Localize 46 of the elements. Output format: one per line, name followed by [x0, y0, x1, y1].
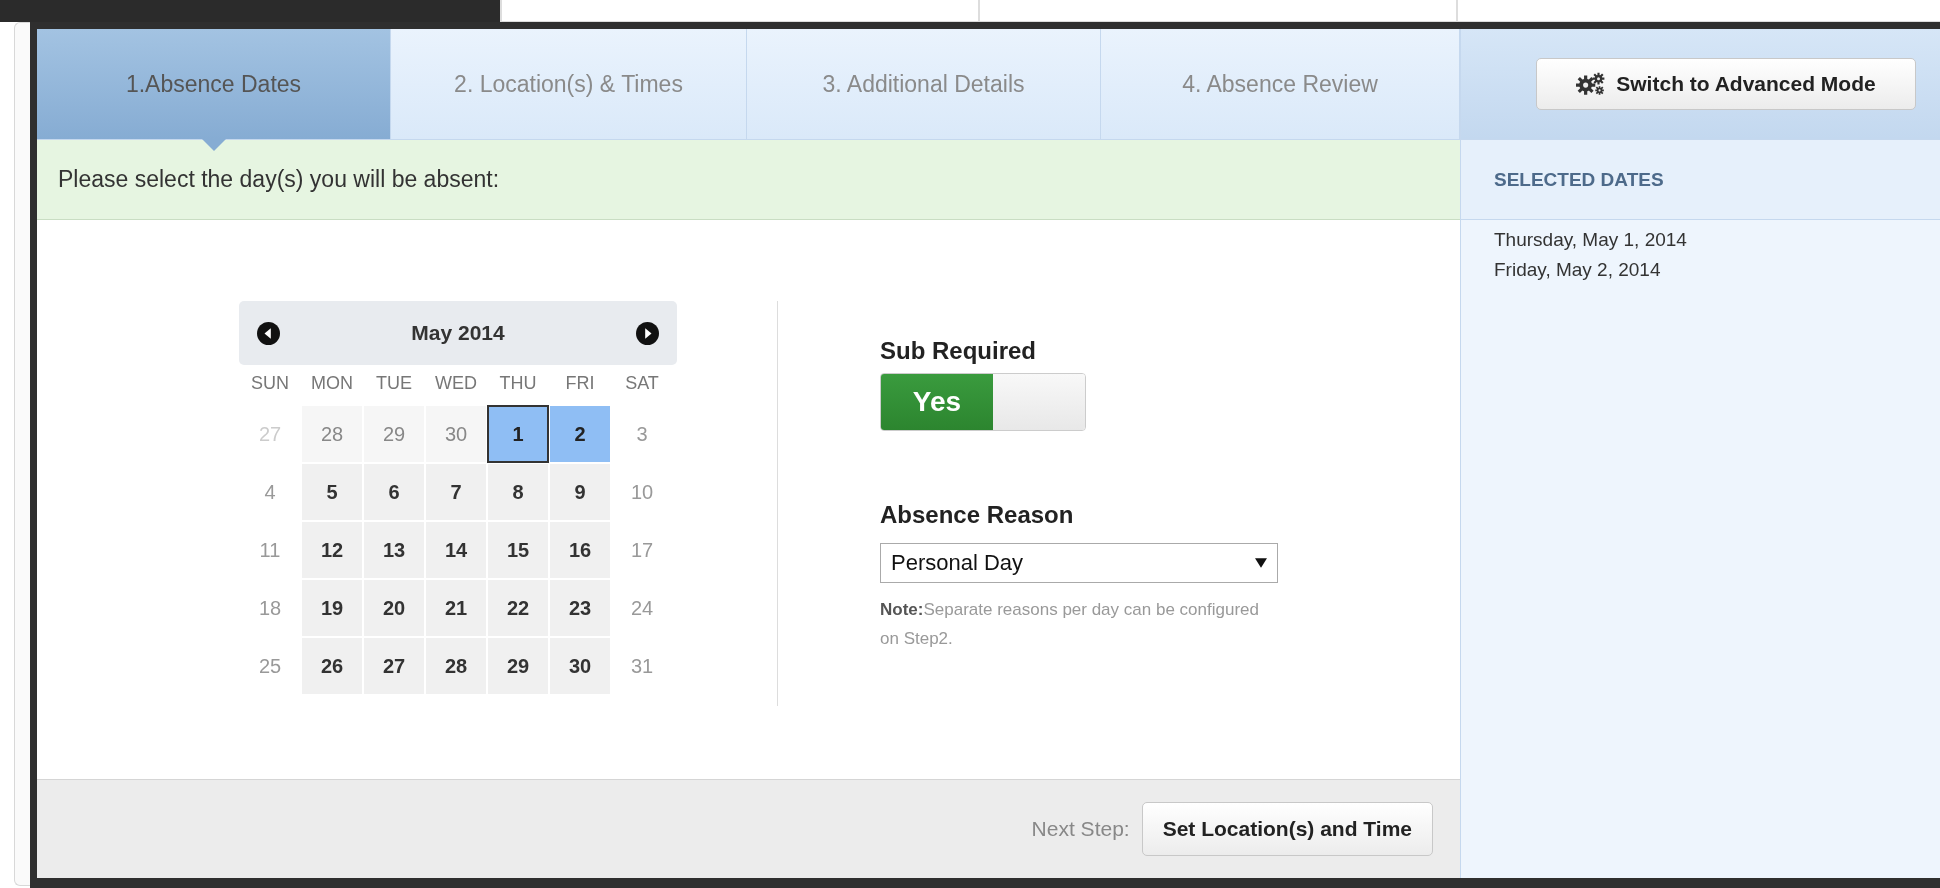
calendar-day[interactable]: 15 — [487, 521, 549, 579]
advanced-mode-button[interactable]: Switch to Advanced Mode — [1536, 58, 1916, 110]
calendar-day[interactable]: 19 — [301, 579, 363, 637]
weekday-label: WED — [434, 371, 478, 395]
calendar-day[interactable]: 2 — [549, 405, 611, 463]
calendar-day[interactable]: 29 — [487, 637, 549, 695]
calendar-day[interactable]: 22 — [487, 579, 549, 637]
calendar-day[interactable]: 23 — [549, 579, 611, 637]
note-text: Note:Separate reasons per day can be configured on Step2. — [880, 599, 1260, 650]
selected-date: Thursday, May 1, 2014 — [1494, 228, 1688, 252]
calendar-day[interactable]: 28 — [425, 637, 487, 695]
panel-heading: SELECTED DATES — [1494, 168, 1664, 191]
calendar-day[interactable]: 13 — [363, 521, 425, 579]
calendar-day[interactable]: 20 — [363, 579, 425, 637]
calendar-day[interactable]: 14 — [425, 521, 487, 579]
calendar-day[interactable]: 9 — [549, 463, 611, 521]
calendar-day[interactable]: 8 — [487, 463, 549, 521]
weekday-label: MON — [310, 371, 354, 395]
gears-icon — [1576, 72, 1607, 96]
calendar-day[interactable]: 30 — [549, 637, 611, 695]
toggle-switch[interactable]: Yes — [880, 373, 1086, 431]
calendar-day[interactable]: 26 — [301, 637, 363, 695]
calendar-day[interactable]: 21 — [425, 579, 487, 637]
weekday-label: TUE — [375, 371, 413, 395]
weekday-label: THU — [498, 371, 538, 395]
calendar-day[interactable]: 12 — [301, 521, 363, 579]
next-step-label: Next Step: — [1031, 817, 1130, 841]
calendar-day[interactable]: 6 — [363, 463, 425, 521]
month-title: May 2014 — [411, 321, 505, 345]
next-step-button[interactable]: Set Location(s) and Time — [1141, 802, 1433, 856]
instruction-text: Please select the day(s) you will be absent: — [58, 166, 500, 193]
selected-date: Friday, May 2, 2014 — [1494, 258, 1662, 282]
calendar-day[interactable]: 1 — [487, 405, 549, 463]
calendar-day[interactable]: 5 — [301, 463, 363, 521]
field-label: Sub Required — [880, 337, 1037, 365]
weekday-label: SAT — [624, 371, 660, 395]
field-label: Absence Reason — [880, 501, 1075, 529]
weekday-label: FRI — [564, 371, 596, 395]
previous-icon[interactable] — [257, 321, 280, 345]
reason-dropdown[interactable]: Personal Day — [880, 543, 1278, 583]
next-icon[interactable] — [636, 321, 659, 345]
caret-icon — [1255, 558, 1267, 568]
calendar-day[interactable]: 7 — [425, 463, 487, 521]
calendar-day[interactable]: 16 — [549, 521, 611, 579]
weekday-label: SUN — [250, 371, 290, 395]
calendar-day[interactable]: 27 — [363, 637, 425, 695]
